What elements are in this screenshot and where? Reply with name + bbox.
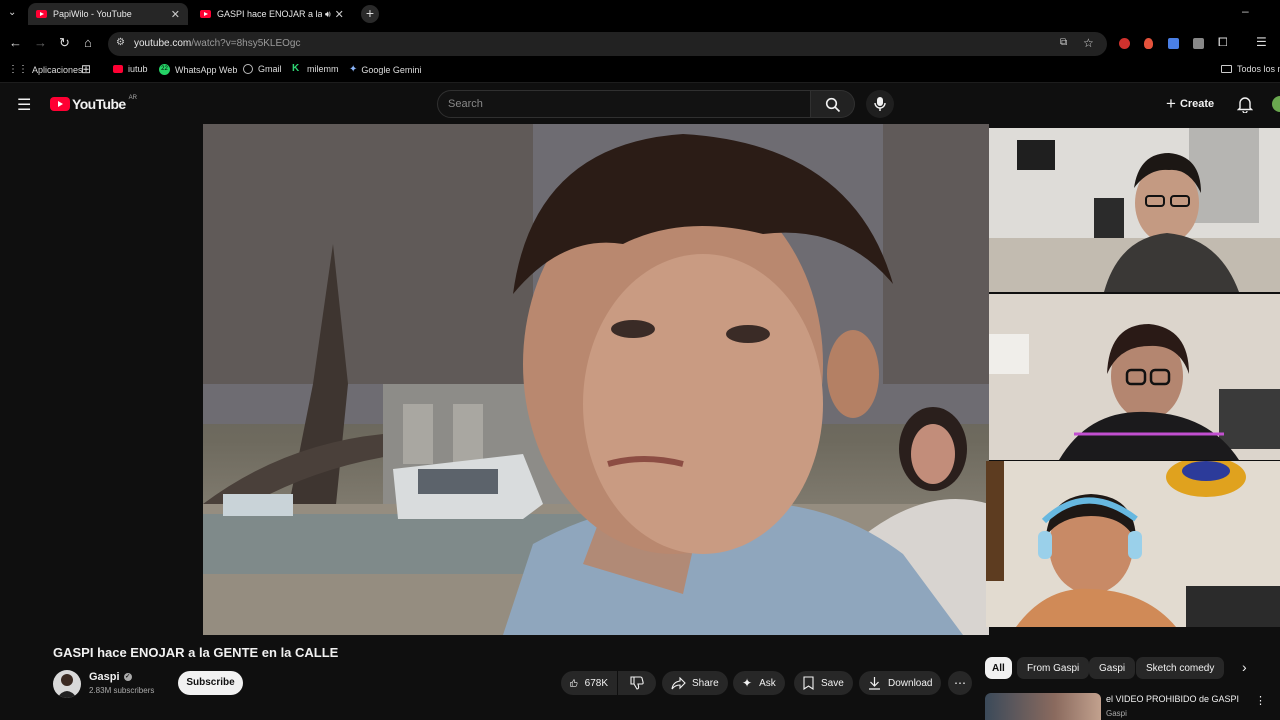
extension-adblock-icon[interactable]	[1119, 38, 1130, 49]
extensions-puzzle-icon[interactable]: ⧠	[1218, 35, 1228, 50]
microphone-icon	[874, 97, 886, 111]
video-frame	[203, 124, 989, 635]
new-tab-button[interactable]: +	[361, 5, 379, 23]
address-bar[interactable]: ⚙ youtube.com/watch?v=8hsy5KLEOgc ⧉ ☆	[108, 32, 1107, 56]
voice-search-button[interactable]	[866, 90, 894, 118]
search-icon	[825, 97, 841, 113]
bookmark-gmail[interactable]: Gmail	[243, 64, 282, 74]
channel-name[interactable]: Gaspi ✓	[89, 671, 132, 683]
home-icon[interactable]: ⌂	[84, 36, 92, 50]
whatsapp-icon: 22	[159, 64, 170, 75]
minimize-icon[interactable]: –	[1242, 4, 1249, 18]
recommended-thumbnail[interactable]	[985, 693, 1101, 720]
download-icon	[869, 677, 880, 690]
bookmark-star-icon[interactable]: ☆	[1083, 36, 1094, 50]
facecam-bottom-frame	[986, 461, 1280, 627]
thumbs-up-icon	[570, 679, 578, 687]
more-horizontal-icon: ⋯	[954, 676, 966, 690]
facecam-bottom	[986, 461, 1280, 627]
youtube-favicon-icon	[36, 10, 47, 18]
share-arrow-icon	[671, 676, 686, 689]
forward-icon[interactable]: →	[34, 36, 47, 50]
gemini-star-icon: ✦	[349, 64, 358, 75]
save-button[interactable]: Save	[794, 671, 853, 695]
menu-hamburger-icon[interactable]: ☰	[17, 95, 31, 115]
bookmark-apps[interactable]: ⋮⋮ Aplicaciones	[8, 64, 83, 75]
youtube-play-logo-icon	[50, 97, 70, 111]
tab-search-chevron-icon[interactable]: ⌄	[8, 7, 16, 18]
create-button[interactable]: + Create	[1160, 91, 1220, 117]
more-actions-button[interactable]: ⋯	[948, 671, 972, 695]
close-tab-icon[interactable]: ✕	[335, 8, 344, 21]
apps-grid-icon: ⋮⋮	[8, 64, 28, 75]
video-title: GASPI hace ENOJAR a la GENTE en la CALLE	[53, 645, 339, 660]
tab-papiwilo[interactable]: PapiWilo - YouTube ✕	[28, 3, 188, 25]
audio-playing-icon[interactable]: 🔊︎	[325, 9, 331, 20]
k-logo-icon: K	[292, 63, 300, 74]
avatar[interactable]	[1272, 96, 1280, 112]
video-player[interactable]	[203, 124, 989, 635]
browser-tab-strip: ⌄ PapiWilo - YouTube ✕ GASPI hace ENOJAR…	[0, 0, 1280, 28]
facecam-top	[989, 128, 1280, 292]
reload-icon[interactable]: ↻	[59, 36, 70, 50]
browser-toolbar: ← → ↻ ⌂ ⚙ youtube.com/watch?v=8hsy5KLEOg…	[0, 28, 1280, 59]
close-tab-icon[interactable]: ✕	[171, 8, 180, 21]
chip-from-gaspi[interactable]: From Gaspi	[1017, 657, 1090, 679]
recommended-more-icon[interactable]: ⋮	[1255, 694, 1266, 707]
dislike-button[interactable]	[618, 671, 656, 695]
chip-sketch-comedy[interactable]: Sketch comedy	[1136, 657, 1225, 679]
apps-launcher-icon[interactable]: ⊞	[81, 62, 91, 76]
site-info-icon[interactable]: ⚙	[116, 37, 125, 48]
youtube-favicon-icon	[200, 10, 211, 18]
facecam-middle	[989, 294, 1280, 460]
tab-title: PapiWilo - YouTube	[53, 9, 132, 19]
left-blank-area	[0, 124, 203, 635]
plus-icon: +	[1166, 94, 1176, 113]
bookmarks-bar: ⋮⋮ Aplicaciones ⊞ iutub 22 WhatsApp Web …	[0, 59, 1280, 83]
extension-generic-icon[interactable]	[1193, 38, 1204, 49]
download-button[interactable]: Download	[859, 671, 942, 695]
recommended-title[interactable]: el VIDEO PROHIBIDO de GASPI	[1106, 694, 1239, 704]
tab-gaspi-video[interactable]: GASPI hace ENOJAR a la GENTE en la CALLE…	[192, 3, 356, 25]
share-button[interactable]: Share	[662, 671, 728, 695]
chip-gaspi[interactable]: Gaspi	[1089, 657, 1136, 679]
extension-fire-icon[interactable]	[1144, 38, 1153, 49]
all-bookmarks-folder[interactable]: Todos los m	[1221, 64, 1280, 74]
search-input[interactable]: Search	[437, 90, 811, 118]
bookmark-milemm[interactable]: K milemm	[292, 63, 339, 75]
youtube-logo[interactable]: YouTube AR	[50, 95, 137, 112]
bookmark-gemini[interactable]: ✦ Google Gemini	[349, 64, 421, 75]
like-button[interactable]: 678K	[561, 671, 617, 695]
reading-list-icon[interactable]: ☰	[1256, 35, 1267, 49]
subscriber-count: 2.83M subscribers	[89, 686, 155, 695]
recommended-channel: Gaspi	[1106, 709, 1127, 718]
channel-avatar[interactable]	[53, 670, 81, 698]
verified-check-icon: ✓	[123, 673, 132, 681]
facecam-middle-frame	[989, 294, 1280, 460]
facecam-top-frame	[989, 128, 1280, 292]
globe-icon	[243, 64, 253, 74]
youtube-header: ☰ YouTube AR Search + Create	[0, 84, 1280, 124]
bookmark-iutub[interactable]: iutub	[113, 64, 148, 74]
back-icon[interactable]: ←	[9, 36, 22, 50]
install-app-icon[interactable]: ⧉	[1060, 37, 1067, 48]
channel-avatar-image	[57, 674, 77, 698]
thumbs-down-icon	[630, 676, 644, 690]
bookmark-icon	[803, 676, 814, 690]
notifications-bell-icon[interactable]	[1237, 96, 1253, 113]
chips-next-chevron-icon[interactable]: ›	[1242, 659, 1247, 675]
extension-translate-icon[interactable]	[1168, 38, 1179, 49]
subscribe-button[interactable]: Subscribe	[178, 671, 243, 695]
tab-title: GASPI hace ENOJAR a la GENTE en la CALLE	[217, 9, 322, 19]
chip-all[interactable]: All	[985, 657, 1012, 679]
folder-icon	[1221, 65, 1232, 73]
bookmark-whatsapp[interactable]: 22 WhatsApp Web	[159, 64, 237, 75]
youtube-favicon-icon	[113, 65, 123, 73]
search-button[interactable]	[811, 90, 855, 118]
ask-button[interactable]: ✦ Ask	[733, 671, 785, 695]
sparkle-icon: ✦	[742, 676, 753, 690]
url-text: youtube.com/watch?v=8hsy5KLEOgc	[134, 38, 301, 49]
